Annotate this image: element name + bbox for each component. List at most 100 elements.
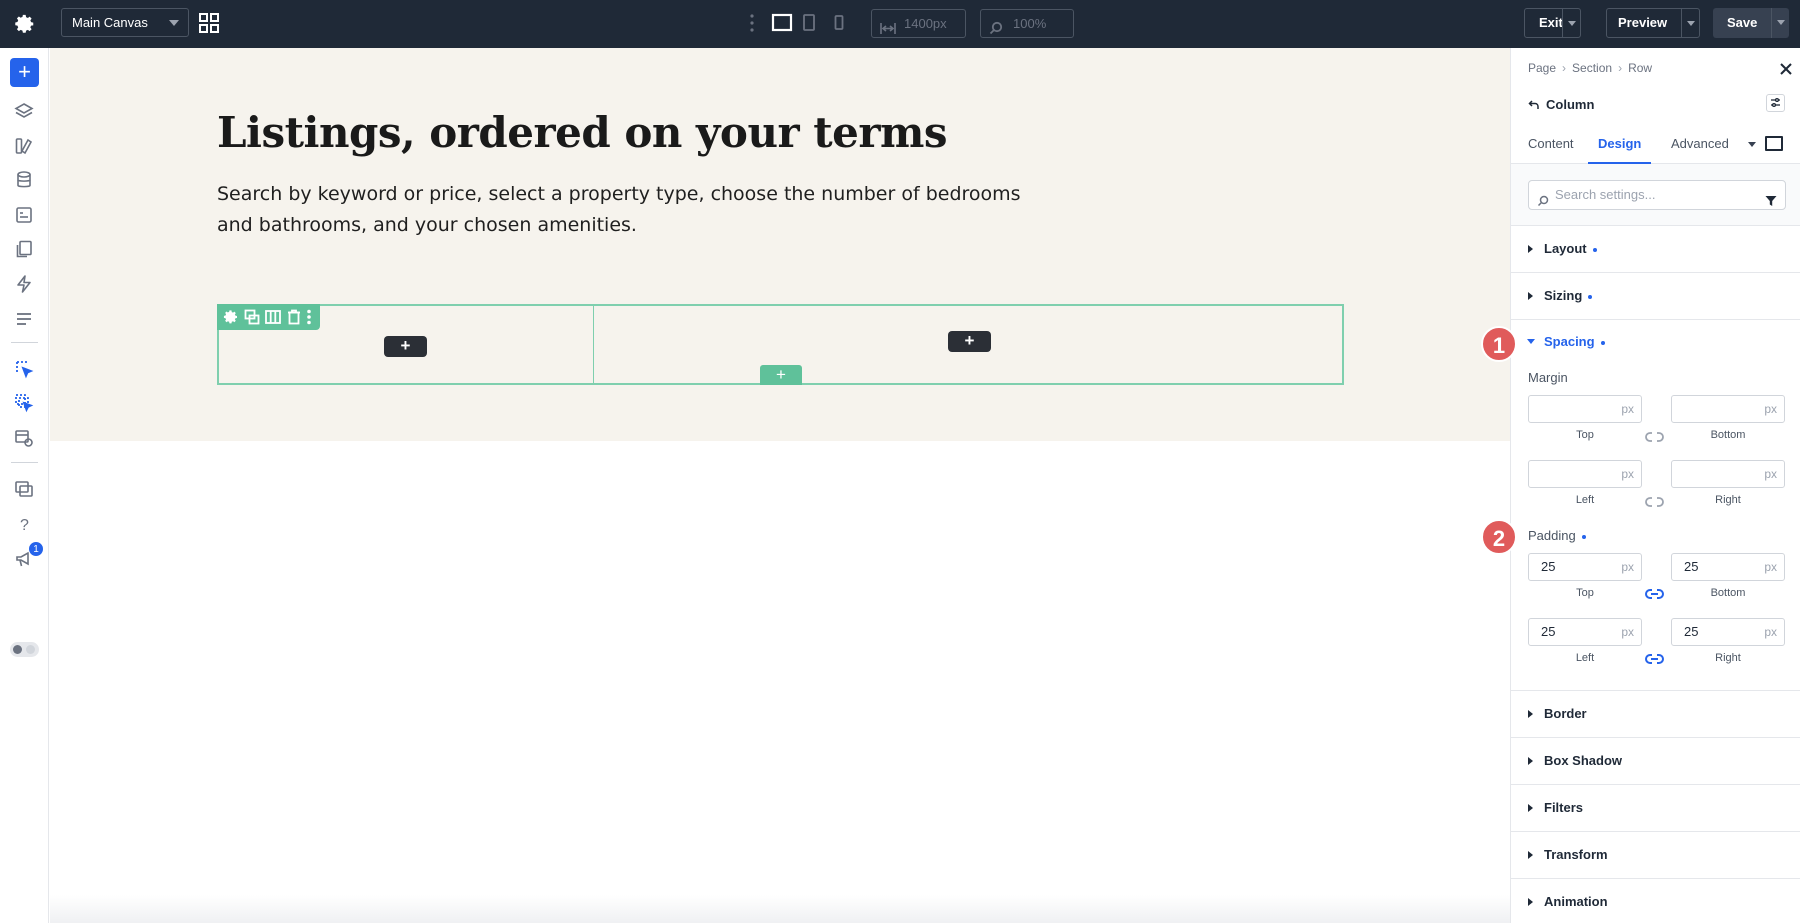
preview-button[interactable]: Preview xyxy=(1606,8,1700,38)
unit-label: px xyxy=(1621,560,1634,574)
modified-dot xyxy=(1581,534,1586,539)
filter-icon[interactable] xyxy=(1765,189,1777,206)
page-heading[interactable]: Listings, ordered on your terms xyxy=(217,108,948,157)
left-sidebar: + ? 1 xyxy=(0,48,49,923)
design-library-icon[interactable] xyxy=(14,136,34,156)
unlink-icon[interactable] xyxy=(1645,430,1664,442)
trash-icon[interactable] xyxy=(286,309,302,325)
margin-top-input[interactable]: px xyxy=(1528,395,1642,423)
breadcrumb-section[interactable]: Section xyxy=(1572,61,1612,75)
group-transform-label: Transform xyxy=(1544,847,1608,862)
add-row-button[interactable]: + xyxy=(760,365,802,385)
padding-right-input[interactable]: 25 px xyxy=(1671,618,1785,646)
preview-layout-icon[interactable] xyxy=(14,428,34,448)
padding-left-value: 25 xyxy=(1541,624,1556,639)
unit-label: px xyxy=(1764,625,1777,639)
back-arrow-icon[interactable] xyxy=(1528,98,1540,116)
margin-right-input[interactable]: px xyxy=(1671,460,1785,488)
group-transform[interactable]: Transform xyxy=(1511,832,1800,879)
padding-bottom-label: Bottom xyxy=(1710,587,1746,599)
canvas-select[interactable]: Main Canvas xyxy=(61,8,189,37)
breadcrumb-page[interactable]: Page xyxy=(1528,61,1556,75)
group-filters[interactable]: Filters xyxy=(1511,785,1800,832)
group-filters-label: Filters xyxy=(1544,800,1584,815)
save-label: Save xyxy=(1727,15,1758,30)
database-icon[interactable] xyxy=(14,170,34,190)
breadcrumb-row[interactable]: Row xyxy=(1628,61,1652,75)
chevron-down-icon[interactable] xyxy=(1681,9,1699,37)
group-sizing[interactable]: Sizing xyxy=(1511,273,1800,320)
tab-advanced[interactable]: Advanced xyxy=(1661,124,1739,164)
chevron-down-icon[interactable] xyxy=(1562,9,1580,37)
duplicate-icon[interactable] xyxy=(244,309,260,325)
unit-label: px xyxy=(1621,467,1634,481)
padding-top-label: Top xyxy=(1576,587,1594,599)
lightning-icon[interactable] xyxy=(14,274,34,294)
caret-down-icon xyxy=(1527,339,1535,344)
add-element-button[interactable]: + xyxy=(10,58,39,87)
link-icon[interactable] xyxy=(1645,652,1664,664)
zoom-field[interactable]: 100% xyxy=(980,9,1074,38)
exit-button[interactable]: Exit xyxy=(1524,8,1581,38)
gear-icon[interactable] xyxy=(223,309,239,325)
search-icon xyxy=(1537,189,1549,207)
more-vertical-icon[interactable] xyxy=(749,13,755,33)
add-module-button[interactable]: + xyxy=(384,336,427,357)
margin-left-input[interactable]: px xyxy=(1528,460,1642,488)
unlink-icon[interactable] xyxy=(1645,495,1664,507)
margin-top-label: Top xyxy=(1576,429,1594,441)
multi-select-icon[interactable] xyxy=(14,393,34,413)
padding-left-input[interactable]: 25 px xyxy=(1528,618,1642,646)
link-icon[interactable] xyxy=(1645,587,1664,599)
padding-bottom-input[interactable]: 25 px xyxy=(1671,553,1785,581)
windows-icon[interactable] xyxy=(14,479,34,499)
gear-icon[interactable] xyxy=(14,13,36,35)
unit-label: px xyxy=(1764,402,1777,416)
group-box-shadow[interactable]: Box Shadow xyxy=(1511,738,1800,785)
margin-bottom-input[interactable]: px xyxy=(1671,395,1785,423)
group-box-shadow-label: Box Shadow xyxy=(1544,753,1623,768)
tablet-view-icon[interactable] xyxy=(802,13,816,33)
padding-top-input[interactable]: 25 px xyxy=(1528,553,1642,581)
padding-left-label: Left xyxy=(1575,652,1595,664)
save-button[interactable]: Save xyxy=(1713,8,1789,38)
padding-label-text: Padding xyxy=(1528,528,1576,543)
canvas-bottom-shadow xyxy=(50,895,1510,923)
select-element-icon[interactable] xyxy=(14,359,34,379)
more-vertical-icon[interactable] xyxy=(305,309,313,325)
unit-label: px xyxy=(1621,402,1634,416)
sliders-icon[interactable] xyxy=(1766,94,1785,112)
chevron-down-icon xyxy=(169,20,179,26)
columns-icon[interactable] xyxy=(265,309,281,325)
group-layout[interactable]: Layout xyxy=(1511,226,1800,273)
modified-dot xyxy=(1592,247,1597,252)
tab-content[interactable]: Content xyxy=(1518,124,1584,164)
group-title: Sizing xyxy=(1544,288,1593,303)
list-icon[interactable] xyxy=(14,309,34,329)
grid-view-icon[interactable] xyxy=(199,13,220,34)
add-module-button[interactable]: + xyxy=(948,331,991,352)
template-icon[interactable] xyxy=(14,205,34,225)
intro-text[interactable]: Search by keyword or price, select a pro… xyxy=(217,179,1047,241)
unit-label: px xyxy=(1764,467,1777,481)
phone-view-icon[interactable] xyxy=(833,13,845,33)
chevron-down-icon[interactable] xyxy=(1748,142,1756,147)
tab-design[interactable]: Design xyxy=(1588,124,1652,164)
chevron-right-icon: › xyxy=(1618,61,1623,75)
group-animation[interactable]: Animation xyxy=(1511,879,1800,923)
close-icon[interactable] xyxy=(1778,61,1794,77)
modified-dot xyxy=(1600,340,1605,345)
pages-icon[interactable] xyxy=(14,239,34,259)
canvas-width-field[interactable]: 1400px xyxy=(871,9,966,38)
mode-toggle[interactable] xyxy=(10,642,39,657)
callout-marker-1: 1 xyxy=(1481,326,1517,362)
help-icon[interactable]: ? xyxy=(14,514,34,534)
search-settings-input[interactable]: Search settings... xyxy=(1528,180,1786,210)
selected-row[interactable]: + + + xyxy=(217,304,1344,385)
preset-box-icon[interactable] xyxy=(1765,136,1783,151)
chevron-down-icon[interactable] xyxy=(1771,8,1789,38)
desktop-view-icon[interactable] xyxy=(771,13,793,33)
group-border[interactable]: Border xyxy=(1511,691,1800,738)
layers-icon[interactable] xyxy=(14,101,34,121)
caret-right-icon xyxy=(1528,898,1533,906)
